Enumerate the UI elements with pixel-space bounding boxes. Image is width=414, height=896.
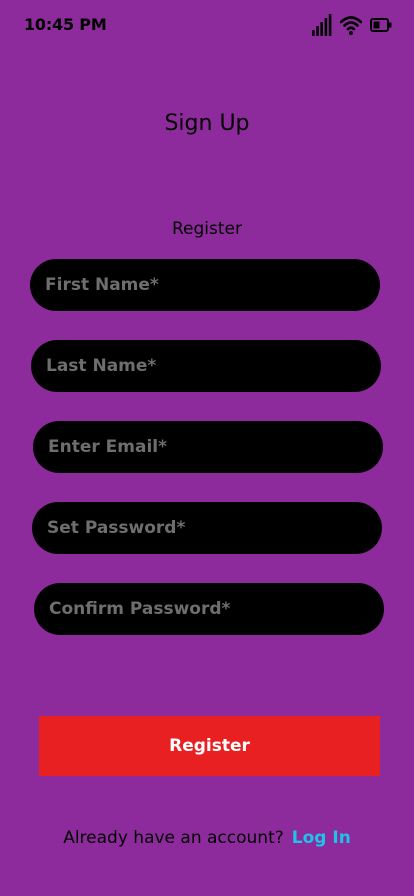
status-time: 10:45 PM <box>24 15 107 34</box>
first-name-field[interactable] <box>30 259 380 311</box>
last-name-field[interactable] <box>31 340 381 392</box>
page-title: Sign Up <box>164 111 250 136</box>
status-icons <box>312 14 392 36</box>
form-subtitle: Register <box>172 219 242 239</box>
status-bar: 10:45 PM <box>0 0 414 52</box>
set-password-field[interactable] <box>32 502 382 554</box>
register-button[interactable]: Register <box>39 716 380 776</box>
signal-icon <box>312 14 332 36</box>
login-prompt-text: Already have an account? <box>63 828 284 848</box>
confirm-password-field[interactable] <box>34 583 384 635</box>
login-link[interactable]: Log In <box>292 828 351 848</box>
wifi-icon <box>340 15 362 35</box>
login-prompt-row: Already have an account? Log In <box>0 828 414 848</box>
battery-icon <box>370 18 392 32</box>
email-field[interactable] <box>33 421 383 473</box>
